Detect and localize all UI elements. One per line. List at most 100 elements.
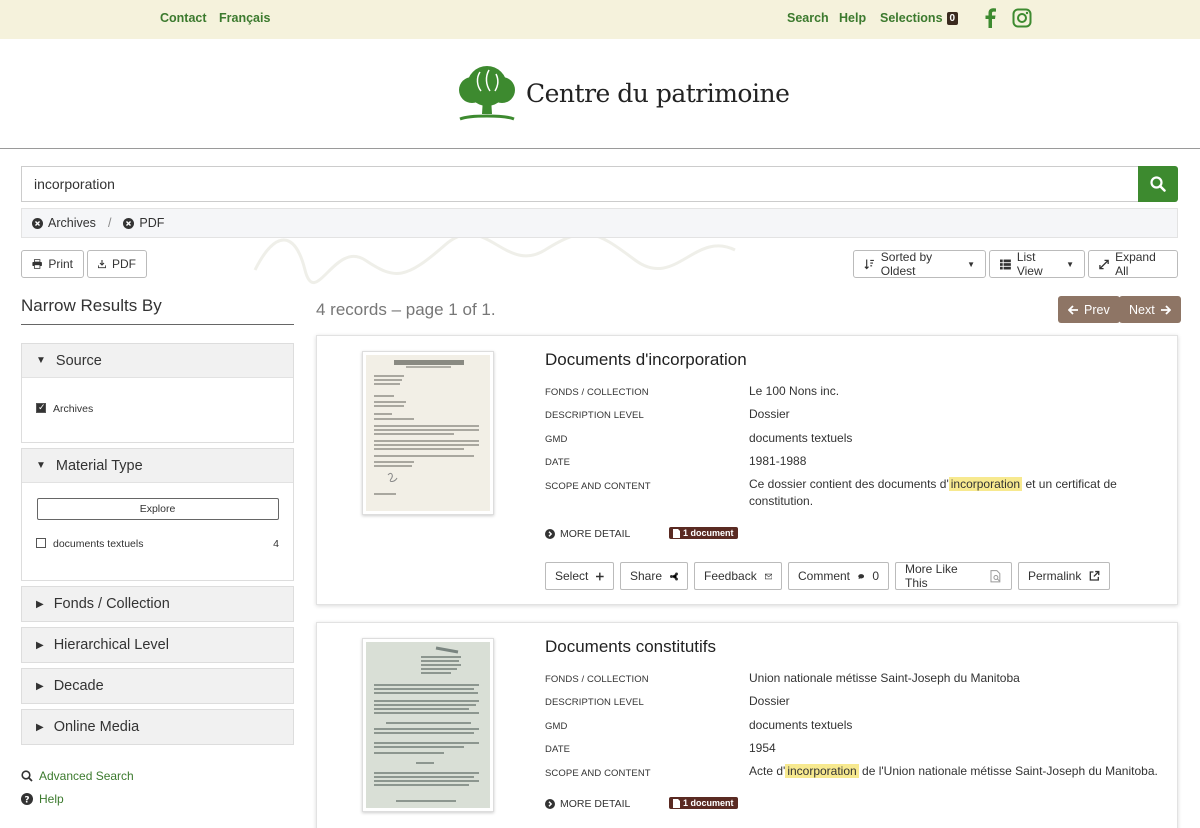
expand-all-label: Expand All — [1115, 250, 1156, 278]
language-link[interactable]: Français — [219, 11, 270, 25]
download-icon — [98, 260, 106, 269]
document-count-label: 1 document — [683, 528, 734, 538]
record-card: Documents d'incorporation FONDS / COLLEC… — [316, 335, 1178, 605]
envelope-icon — [764, 573, 772, 579]
arrow-left-icon — [1068, 304, 1078, 315]
field-label: DATE — [545, 457, 571, 468]
document-count-badge[interactable]: 1 document — [669, 797, 738, 809]
facebook-icon[interactable] — [983, 8, 997, 31]
search-icon — [21, 769, 33, 782]
documents-textuels-checkbox[interactable] — [36, 538, 46, 548]
facet-item-label: documents textuels — [53, 538, 144, 550]
field-label: GMD — [545, 721, 568, 732]
filter-chip-pdf[interactable]: PDF — [123, 216, 164, 230]
field-label: GMD — [545, 434, 568, 445]
facet-decade[interactable]: ▶ Decade — [21, 668, 294, 704]
facet-online-media[interactable]: ▶ Online Media — [21, 709, 294, 745]
facet-header[interactable]: ▶ Fonds / Collection — [22, 587, 293, 621]
facet-title: Source — [55, 352, 102, 369]
field-label: FONDS / COLLECTION — [545, 674, 649, 685]
remove-filter-icon[interactable] — [32, 217, 43, 229]
filter-chip-label: PDF — [139, 216, 165, 230]
select-label: Select — [555, 569, 589, 583]
field-label: FONDS / COLLECTION — [545, 387, 649, 398]
record-title[interactable]: Documents d'incorporation — [545, 350, 747, 370]
facet-material-type: ▼ Material Type Explore documents textue… — [21, 448, 294, 581]
facet-fonds-collection[interactable]: ▶ Fonds / Collection — [21, 586, 294, 622]
facet-source-header[interactable]: ▼ Source — [22, 344, 293, 378]
narrow-results-title: Narrow Results By — [21, 296, 294, 325]
print-label: Print — [48, 257, 73, 271]
facet-material-header[interactable]: ▼ Material Type — [22, 449, 293, 483]
expand-icon — [1099, 259, 1109, 269]
facet-header[interactable]: ▶ Decade — [22, 669, 293, 703]
search-row — [21, 166, 1178, 202]
archives-checkbox[interactable] — [36, 402, 46, 413]
more-like-this-button[interactable]: More Like This — [895, 562, 1012, 590]
search-highlight: incorporation — [785, 764, 859, 778]
record-thumbnail[interactable] — [362, 351, 494, 515]
arrow-right-icon — [1160, 304, 1171, 315]
chevron-down-icon: ▼ — [1066, 259, 1074, 269]
remove-filter-icon[interactable] — [123, 217, 135, 229]
more-detail-toggle[interactable]: MORE DETAIL — [545, 798, 630, 810]
facet-title: Decade — [53, 678, 104, 694]
selections-link[interactable]: Selections 0 — [880, 11, 959, 25]
facet-header[interactable]: ▶ Hierarchical Level — [22, 628, 293, 662]
facet-source-body: Archives — [22, 378, 293, 442]
print-button[interactable]: Print — [21, 250, 84, 278]
sort-dropdown[interactable]: Sorted by Oldest ▼ — [853, 250, 986, 278]
search-input[interactable] — [21, 166, 1139, 202]
contact-link[interactable]: Contact — [160, 11, 207, 25]
prev-button[interactable]: Prev — [1058, 296, 1120, 323]
share-button[interactable]: Share — [620, 562, 688, 590]
facet-item: documents textuels 4 — [36, 538, 279, 550]
field-label: DESCRIPTION LEVEL — [545, 697, 644, 708]
site-logo[interactable]: Centre du patrimoine — [456, 64, 790, 122]
record-thumbnail[interactable] — [362, 638, 494, 812]
caret-right-icon: ▶ — [36, 721, 44, 733]
active-filters-bar: Archives / PDF — [21, 208, 1178, 238]
view-dropdown[interactable]: List View ▼ — [989, 250, 1085, 278]
document-count-badge[interactable]: 1 document — [669, 527, 738, 539]
explore-button[interactable]: Explore — [36, 498, 279, 520]
selections-count-badge: 0 — [946, 12, 959, 25]
more-detail-toggle[interactable]: MORE DETAIL — [545, 528, 630, 540]
record-title[interactable]: Documents constitutifs — [545, 637, 716, 657]
facet-title: Fonds / Collection — [53, 596, 170, 612]
instagram-icon[interactable] — [1012, 8, 1032, 31]
next-button[interactable]: Next — [1119, 296, 1181, 323]
sidebar-links: Advanced Search ? Help — [21, 764, 134, 810]
comment-button[interactable]: Comment 0 — [788, 562, 889, 590]
facet-hierarchical-level[interactable]: ▶ Hierarchical Level — [21, 627, 294, 663]
caret-right-icon: ▶ — [36, 639, 44, 651]
svg-text:?: ? — [24, 795, 29, 805]
gmd-value: documents textuels — [749, 431, 853, 445]
date-value: 1954 — [749, 741, 776, 755]
advanced-search-link[interactable]: Advanced Search — [39, 769, 134, 783]
caret-down-icon: ▼ — [36, 355, 46, 366]
help-link-sidebar[interactable]: Help — [39, 792, 64, 806]
facet-source: ▼ Source Archives — [21, 343, 294, 443]
expand-all-button[interactable]: Expand All — [1088, 250, 1178, 278]
caret-right-icon: ▶ — [36, 680, 44, 692]
pdf-label: PDF — [112, 257, 136, 271]
feedback-button[interactable]: Feedback — [694, 562, 782, 590]
facet-title: Material Type — [55, 457, 143, 474]
search-link[interactable]: Search — [787, 11, 829, 25]
search-button[interactable] — [1138, 166, 1178, 202]
more-detail-label: MORE DETAIL — [560, 798, 631, 810]
scope-value: Acte d' incorporation de l'Union national… — [749, 764, 1158, 778]
document-count-label: 1 document — [683, 798, 734, 808]
field-label: SCOPE AND CONTENT — [545, 481, 651, 492]
filter-chip-archives[interactable]: Archives — [32, 216, 96, 230]
prev-label: Prev — [1084, 302, 1110, 317]
facet-header[interactable]: ▶ Online Media — [22, 710, 293, 744]
chevron-right-circle-icon — [545, 529, 555, 539]
pdf-button[interactable]: PDF — [87, 250, 147, 278]
search-highlight: incorporation — [948, 477, 1023, 491]
facet-title: Online Media — [53, 719, 140, 735]
select-button[interactable]: Select — [545, 562, 614, 590]
help-link[interactable]: Help — [839, 11, 866, 25]
permalink-button[interactable]: Permalink — [1018, 562, 1110, 590]
